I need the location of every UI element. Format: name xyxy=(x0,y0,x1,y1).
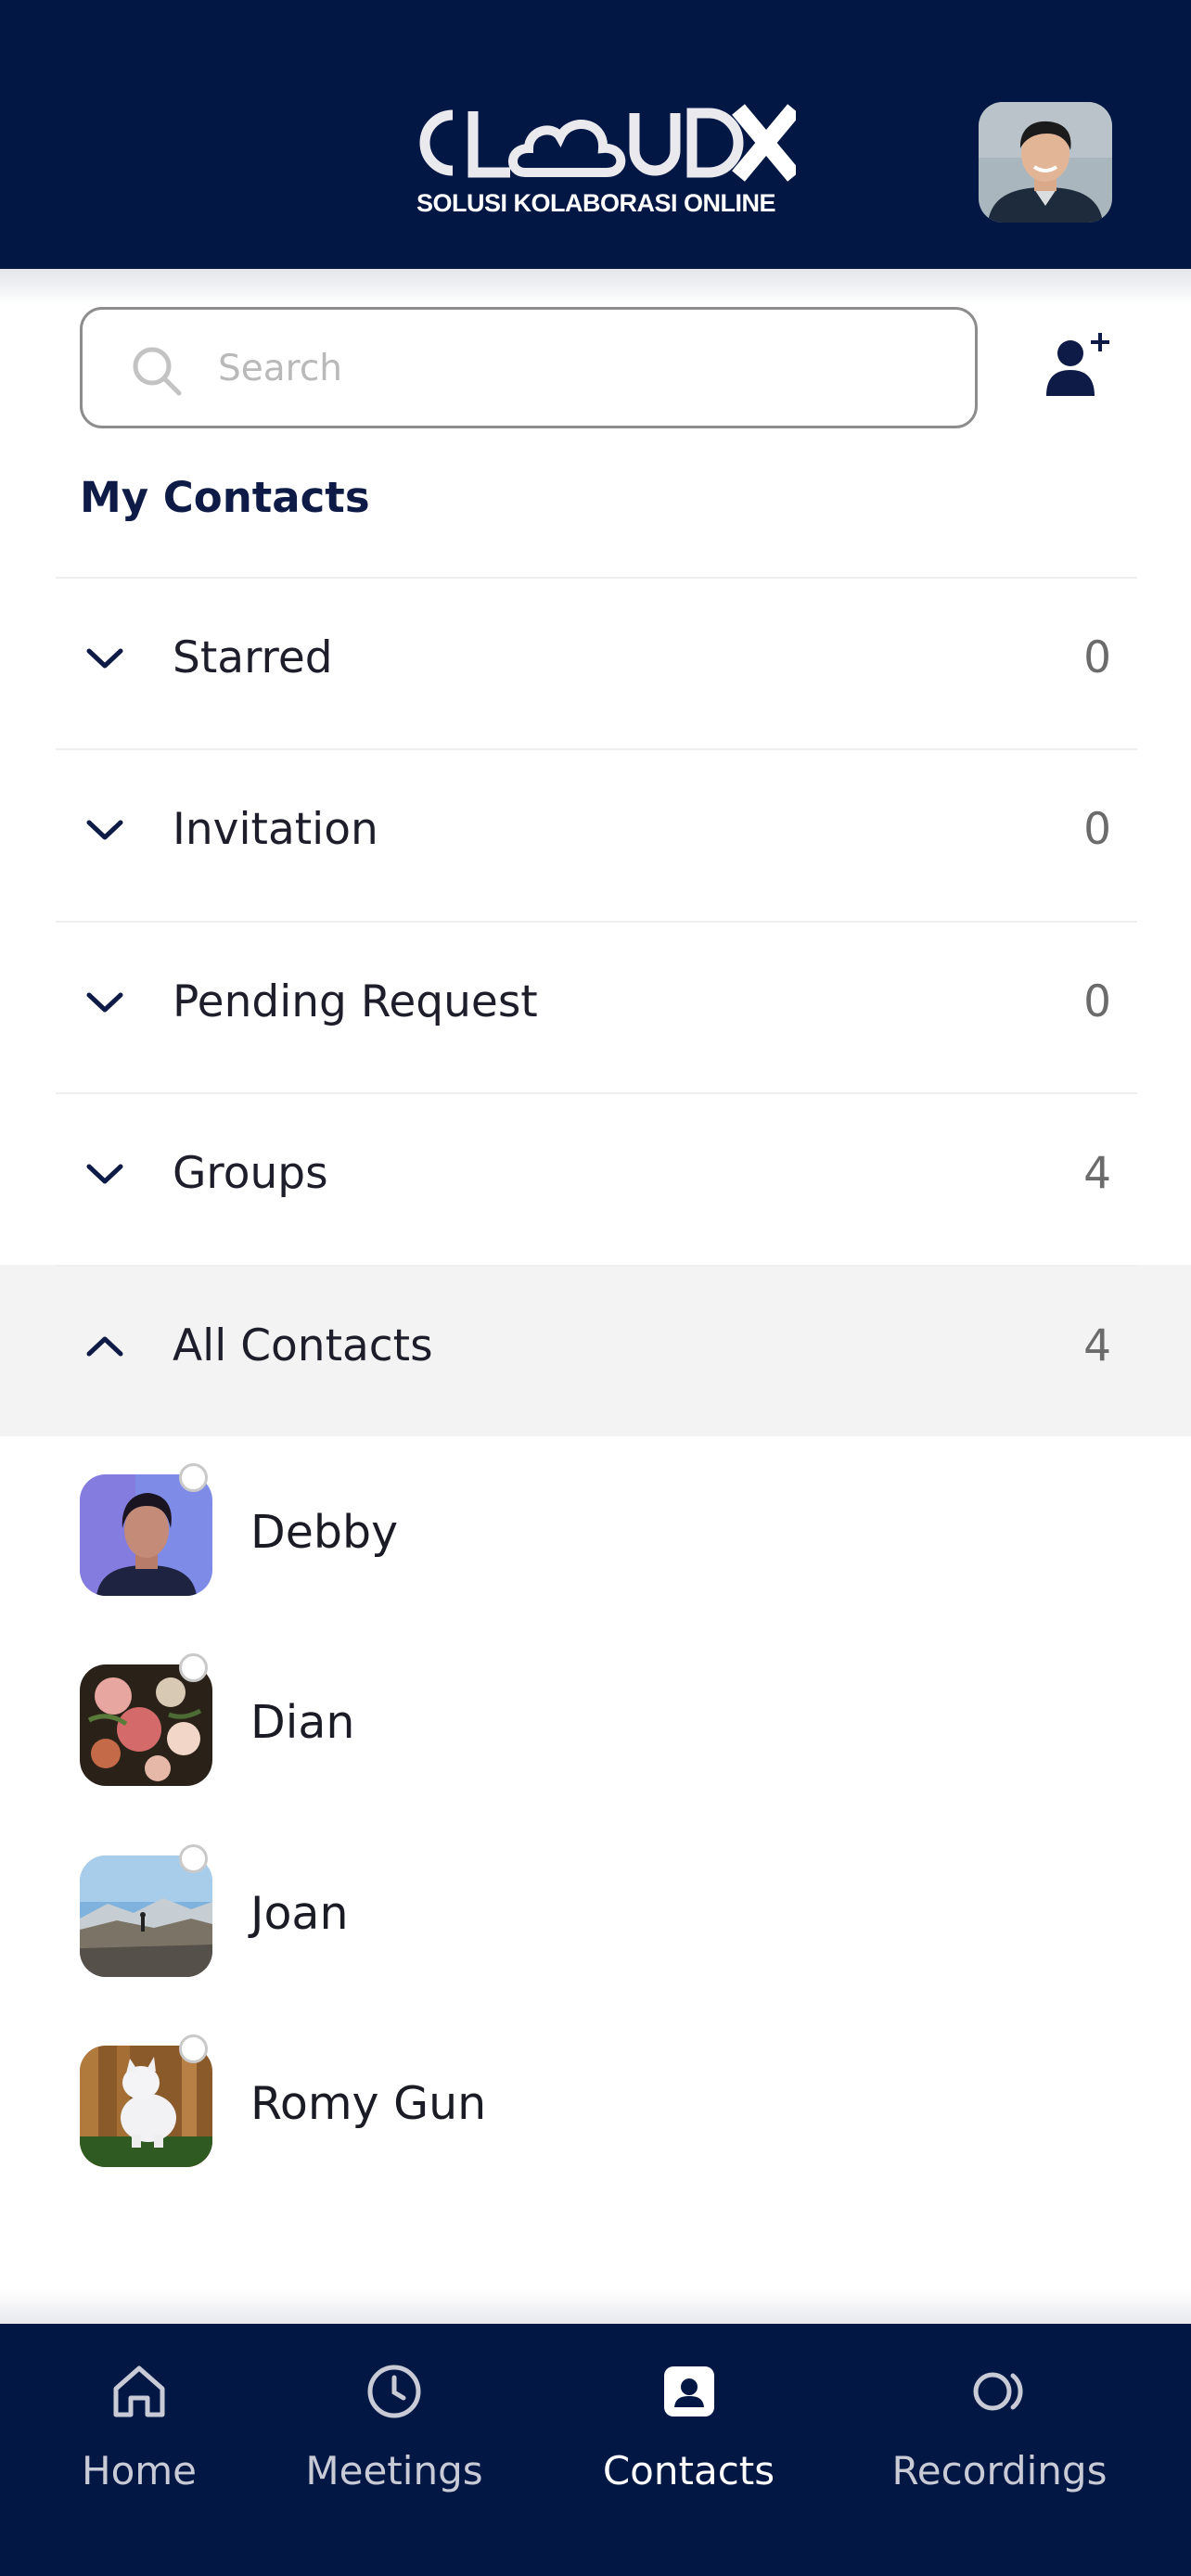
avatar-image-cat xyxy=(80,2046,212,2167)
cloudx-logo: SOLUSI KOLABORASI ONLINE xyxy=(390,96,802,226)
add-contact-icon[interactable] xyxy=(1039,329,1113,403)
chevron-down-icon xyxy=(86,648,123,669)
row-divider xyxy=(56,577,1137,579)
category-invitation[interactable]: Invitation 0 xyxy=(0,748,1191,920)
category-count: 4 xyxy=(1083,1148,1111,1199)
logo-tagline: SOLUSI KOLABORASI ONLINE xyxy=(416,189,776,217)
contact-name: Joan xyxy=(250,1887,349,1940)
category-pending-request[interactable]: Pending Request 0 xyxy=(0,921,1191,1092)
avatar xyxy=(80,1474,212,1596)
chevron-up-icon xyxy=(86,1336,123,1357)
category-label: Starred xyxy=(173,632,333,683)
row-divider xyxy=(56,1265,1137,1267)
category-all-contacts[interactable]: All Contacts 4 xyxy=(0,1265,1191,1436)
nav-label: Home xyxy=(81,2448,198,2493)
category-label: Invitation xyxy=(173,804,378,855)
category-label: All Contacts xyxy=(173,1320,433,1371)
search-box[interactable] xyxy=(80,307,978,428)
avatar xyxy=(80,1855,212,1977)
my-contacts-title: My Contacts xyxy=(80,473,370,522)
chevron-down-icon xyxy=(86,820,123,840)
nav-recordings[interactable]: Recordings xyxy=(872,2324,1127,2509)
contact-name: Debby xyxy=(250,1506,399,1559)
category-count: 0 xyxy=(1083,804,1111,855)
bottom-navigation: Home Meetings Contacts Recordings xyxy=(0,2324,1191,2576)
chevron-down-icon xyxy=(86,992,123,1013)
nav-label: Recordings xyxy=(891,2448,1108,2493)
contact-name: Dian xyxy=(250,1696,355,1749)
category-label: Groups xyxy=(173,1148,328,1199)
contact-card-icon xyxy=(664,2366,714,2417)
row-divider xyxy=(56,748,1137,750)
category-count: 0 xyxy=(1083,976,1111,1027)
app-header: SOLUSI KOLABORASI ONLINE xyxy=(0,0,1191,269)
status-indicator xyxy=(179,1653,208,1682)
status-indicator xyxy=(179,1463,208,1492)
nav-meetings[interactable]: Meetings xyxy=(297,2324,492,2509)
user-profile-avatar[interactable] xyxy=(979,102,1112,223)
user-avatar-image xyxy=(979,102,1112,223)
avatar xyxy=(80,2046,212,2167)
header-shadow xyxy=(0,269,1191,306)
cloudx-logo-wordmark xyxy=(419,104,796,182)
contact-row-joan[interactable]: Joan xyxy=(0,1818,1191,2009)
nav-label: Contacts xyxy=(602,2448,775,2493)
home-icon xyxy=(113,2366,165,2417)
contact-name: Romy Gun xyxy=(250,2077,487,2130)
search-input[interactable] xyxy=(218,336,941,401)
row-divider xyxy=(56,921,1137,923)
contact-row-romy-gun[interactable]: Romy Gun xyxy=(0,2009,1191,2199)
clock-icon xyxy=(367,2365,421,2418)
recordings-icon xyxy=(973,2372,1023,2411)
status-indicator xyxy=(179,1844,208,1873)
contact-row-debby[interactable]: Debby xyxy=(0,1437,1191,1627)
chevron-down-icon xyxy=(86,1164,123,1184)
avatar-image-portrait xyxy=(80,1474,212,1596)
category-groups[interactable]: Groups 4 xyxy=(0,1092,1191,1264)
nav-home[interactable]: Home xyxy=(56,2324,223,2509)
category-count: 4 xyxy=(1083,1320,1111,1371)
contact-row-dian[interactable]: Dian xyxy=(0,1627,1191,1817)
avatar xyxy=(80,1664,212,1786)
nav-label: Meetings xyxy=(305,2448,483,2493)
avatar-image-flowers xyxy=(80,1664,212,1786)
category-count: 0 xyxy=(1083,632,1111,683)
avatar-image-landscape xyxy=(80,1855,212,1977)
bottom-nav-shadow xyxy=(0,2290,1191,2324)
row-divider xyxy=(56,1092,1137,1094)
nav-contacts[interactable]: Contacts xyxy=(584,2324,793,2509)
search-icon xyxy=(133,347,182,396)
category-label: Pending Request xyxy=(173,976,538,1027)
category-starred[interactable]: Starred 0 xyxy=(0,577,1191,748)
status-indicator xyxy=(179,2034,208,2063)
